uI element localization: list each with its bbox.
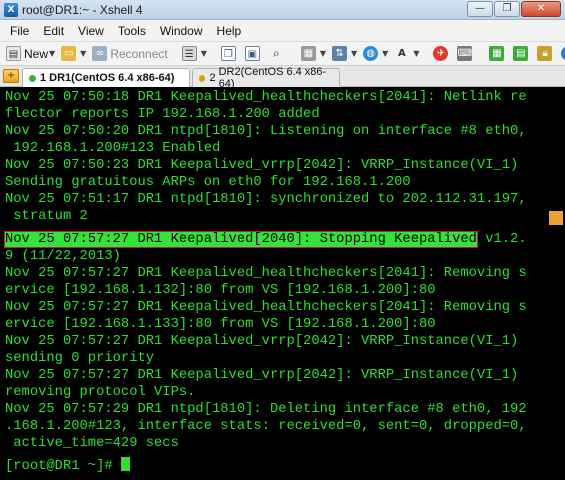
chevron-down-icon: ▼ xyxy=(351,49,358,58)
transfer-icon: ⇅ xyxy=(332,46,348,61)
xftp-icon: ✈ xyxy=(433,46,449,61)
lock-button[interactable]: 🔒︎ xyxy=(535,44,557,64)
chevron-down-icon: ▼ xyxy=(319,49,327,58)
terminal-line: Nov 25 07:57:27 DR1 Keepalived_healthche… xyxy=(5,266,527,281)
find-button[interactable]: ⌕ xyxy=(267,44,289,64)
terminal-line: active_time=429 secs xyxy=(5,436,179,451)
web-button[interactable]: ◍ ▼ xyxy=(361,44,390,64)
terminal-line: sending 0 priority xyxy=(5,351,155,366)
terminal-line: Nov 25 07:57:27 DR1 Keepalived_healthche… xyxy=(5,300,527,315)
terminal-line: 192.168.1.200#123 Enabled xyxy=(5,141,221,156)
print-icon: ▦ xyxy=(300,46,316,61)
keyboard-icon: ⌨ xyxy=(457,46,473,61)
menu-view[interactable]: View xyxy=(78,24,104,38)
scroll-marker-icon[interactable] xyxy=(549,211,563,225)
session-tab-bar: + 1 DR1(CentOS 6.4 x86-64) 2 DR2(CentOS … xyxy=(0,66,565,90)
terminal-line: stratum 2 xyxy=(5,209,88,224)
link-icon: ∞ xyxy=(92,46,108,61)
close-button[interactable]: ✕ xyxy=(521,1,561,17)
new-session-icon: ▤ xyxy=(6,46,21,61)
terminal-line: Nov 25 07:50:20 DR1 ntpd[1810]: Listenin… xyxy=(5,124,527,139)
tile-icon: ▦ xyxy=(489,46,505,61)
highlighted-selection[interactable]: Nov 25 07:57:27 DR1 Keepalived[2040]: St… xyxy=(4,231,478,248)
terminal-line: ervice [192.168.1.132]:80 from VS [192.1… xyxy=(5,283,436,298)
layout-button[interactable]: ▤ xyxy=(511,44,533,64)
properties-icon: ☰ xyxy=(181,46,197,61)
terminal-line: 9 (11/22,2013) xyxy=(5,249,121,264)
chevron-down-icon: ▼ xyxy=(49,49,56,58)
menu-window[interactable]: Window xyxy=(160,24,203,38)
font-icon: A xyxy=(394,46,410,61)
window-controls: — ❐ ✕ xyxy=(466,1,561,19)
chevron-down-icon: ▼ xyxy=(200,49,207,58)
terminal-line: .168.1.200#123, interface stats: receive… xyxy=(5,419,527,434)
menu-help[interactable]: Help xyxy=(217,24,242,38)
reconnect-button[interactable]: ∞ Reconnect xyxy=(90,44,169,64)
shell-prompt-line[interactable]: [root@DR1 ~]# xyxy=(5,457,130,474)
menu-file[interactable]: File xyxy=(10,24,29,38)
globe-icon: ◍ xyxy=(363,46,379,61)
tile-button[interactable]: ▦ xyxy=(487,44,509,64)
xshell-window: X root@DR1:~ - Xshell 4 — ❐ ✕ File Edit … xyxy=(0,0,565,480)
terminal-output[interactable]: Nov 25 07:50:18 DR1 Keepalived_healthche… xyxy=(0,87,565,480)
window-title: root@DR1:~ - Xshell 4 xyxy=(22,3,143,17)
connected-status-icon xyxy=(199,74,206,82)
tab-number: 1 xyxy=(40,72,47,84)
lock-icon: 🔒︎ xyxy=(537,46,553,61)
tab-dr2[interactable]: 2 DR2(CentOS 6.4 x86-64) xyxy=(192,66,340,90)
font-button[interactable]: A ▼ xyxy=(392,44,421,64)
terminal-line: Nov 25 07:51:17 DR1 ntpd[1810]: synchron… xyxy=(5,192,527,207)
terminal-line-rest: v1.2. xyxy=(476,232,527,247)
search-icon: ⌕ xyxy=(268,46,284,61)
tab-number: 2 xyxy=(209,72,216,84)
maximize-button[interactable]: ❐ xyxy=(494,1,520,17)
terminal-line: Nov 25 07:57:29 DR1 ntpd[1810]: Deleting… xyxy=(5,402,527,417)
toolbar: ▤ New ▼ ▭ ▼ ∞ Reconnect ☰ ▼ ❐ ▣ ⌕ ▦ ▼ ⇅ … xyxy=(0,42,565,66)
terminal-line: Nov 25 07:57:27 DR1 Keepalived_vrrp[2042… xyxy=(5,334,519,349)
chevron-down-icon: ▼ xyxy=(382,49,389,58)
chevron-down-icon: ▼ xyxy=(413,49,420,58)
add-tab-icon[interactable]: + xyxy=(3,69,19,83)
chevron-down-icon: ▼ xyxy=(80,49,87,58)
paste-button[interactable]: ▣ xyxy=(243,44,265,64)
new-session-label: New xyxy=(24,46,49,61)
text-cursor xyxy=(120,457,130,471)
new-session-button[interactable]: ▤ New ▼ xyxy=(4,44,57,64)
menu-tools[interactable]: Tools xyxy=(118,24,146,38)
terminal-line: ervice [192.168.1.133]:80 from VS [192.1… xyxy=(5,317,436,332)
transfer-button[interactable]: ⇅ ▼ xyxy=(330,44,359,64)
terminal-line: Nov 25 07:50:18 DR1 Keepalived_healthche… xyxy=(5,90,527,105)
help-icon: ? xyxy=(561,46,565,61)
layout-icon: ▤ xyxy=(513,46,529,61)
properties-button[interactable]: ☰ ▼ xyxy=(180,44,209,64)
tab-dr1[interactable]: 1 DR1(CentOS 6.4 x86-64) xyxy=(22,68,190,87)
reconnect-label: Reconnect xyxy=(110,46,168,61)
xshell-app-icon: X xyxy=(4,3,18,17)
terminal-line: removing protocol VIPs. xyxy=(5,385,196,400)
minimize-button[interactable]: — xyxy=(467,1,493,17)
menu-edit[interactable]: Edit xyxy=(43,24,64,38)
title-bar: X root@DR1:~ - Xshell 4 — ❐ ✕ xyxy=(0,0,565,20)
print-button[interactable]: ▦ ▼ xyxy=(299,44,328,64)
copy-icon: ❐ xyxy=(220,46,236,61)
terminal-line: Nov 25 07:57:27 DR1 Keepalived_vrrp[2042… xyxy=(5,368,519,383)
open-folder-button[interactable]: ▭ ▼ xyxy=(59,44,88,64)
compose-button[interactable]: ⌨ xyxy=(455,44,477,64)
copy-button[interactable]: ❐ xyxy=(219,44,241,64)
connected-status-icon xyxy=(29,74,36,82)
terminal-line: flector reports IP 192.168.1.200 added xyxy=(5,107,320,122)
tab-label: DR1(CentOS 6.4 x86-64) xyxy=(49,72,175,84)
menu-bar: File Edit View Tools Window Help xyxy=(0,20,565,42)
folder-icon: ▭ xyxy=(61,46,77,61)
xftp-button[interactable]: ✈ xyxy=(431,44,453,64)
terminal-line-highlighted: Nov 25 07:57:27 DR1 Keepalived[2040]: St… xyxy=(4,231,527,248)
paste-icon: ▣ xyxy=(244,46,260,61)
help-button[interactable]: ? xyxy=(559,44,565,64)
shell-prompt: [root@DR1 ~]# xyxy=(5,459,121,474)
terminal-line: Sending gratuitous ARPs on eth0 for 192.… xyxy=(5,175,411,190)
terminal-line: Nov 25 07:50:23 DR1 Keepalived_vrrp[2042… xyxy=(5,158,519,173)
